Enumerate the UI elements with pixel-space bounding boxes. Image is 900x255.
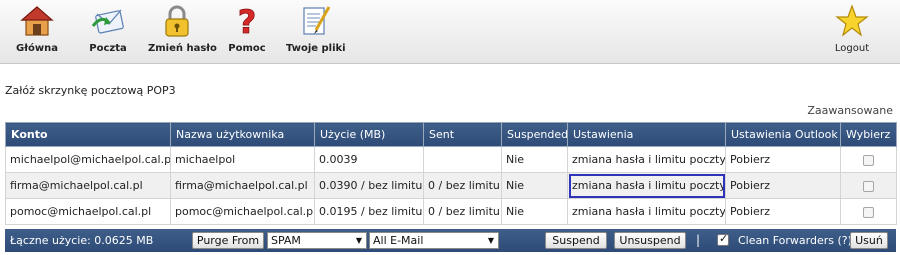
header-usage[interactable]: Użycie (MB) — [314, 122, 424, 147]
header-username[interactable]: Nazwa użytkownika — [170, 122, 315, 147]
email-filter-value: All E-Mail — [373, 234, 424, 247]
accounts-table: Konto Nazwa użytkownika Użycie (MB) Sent… — [5, 122, 897, 225]
star-icon — [835, 4, 869, 37]
suspend-button[interactable]: Suspend — [545, 232, 607, 249]
toolbar-change-password-label: Zmień hasło — [148, 43, 217, 54]
svg-text:?: ? — [238, 4, 257, 38]
toolbar-home-button[interactable]: Główna — [8, 4, 66, 60]
home-icon — [20, 6, 54, 36]
toolbar-mail-button[interactable]: Poczta — [79, 4, 137, 60]
outlook-download-link[interactable]: Pobierz — [725, 172, 841, 199]
unsuspend-button[interactable]: Unsuspend — [614, 232, 686, 249]
select-cell — [840, 198, 897, 225]
toolbar-change-password-button[interactable]: Zmień hasło — [148, 4, 217, 60]
files-icon — [303, 6, 331, 35]
email-filter-select[interactable]: All E-Mail ▼ — [369, 232, 499, 249]
cell-sent — [423, 146, 502, 173]
table-header-row: Konto Nazwa użytkownika Użycie (MB) Sent… — [5, 122, 897, 147]
table-row: pomoc@michaelpol.cal.pl pomoc@michaelpol… — [5, 198, 897, 225]
toolbar-home-label: Główna — [16, 43, 58, 54]
select-checkbox[interactable] — [863, 180, 874, 192]
clean-forwarders-label[interactable]: Clean Forwarders (?) — [738, 234, 852, 247]
header-settings: Ustawienia — [567, 122, 726, 147]
toolbar-files-label: Twoje pliki — [286, 43, 346, 54]
table-row: firma@michaelpol.cal.pl firma@michaelpol… — [5, 172, 897, 199]
chevron-down-icon: ▼ — [355, 236, 362, 245]
logout-button[interactable]: Logout — [823, 4, 881, 60]
logout-label: Logout — [834, 43, 870, 54]
check-icon: ✓ — [719, 232, 729, 245]
cell-usage: 0.0039 — [314, 146, 424, 173]
lock-icon — [165, 5, 189, 37]
header-outlook-settings: Ustawienia Outlook — [725, 122, 841, 147]
cell-usage: 0.0390 / bez limitu — [314, 172, 424, 199]
select-cell — [840, 146, 897, 173]
change-password-limit-link[interactable]: zmiana hasła i limitu poczty — [567, 146, 726, 173]
outlook-download-link[interactable]: Pobierz — [725, 198, 841, 225]
purge-from-button[interactable]: Purge From — [192, 232, 264, 249]
cell-username: pomoc@michaelpol.cal.pl — [170, 198, 315, 225]
toolbar-help-button[interactable]: ? Pomoc — [218, 4, 276, 60]
chevron-down-icon: ▼ — [487, 236, 494, 245]
cell-usage: 0.0195 / bez limitu — [314, 198, 424, 225]
header-select: Wybierz — [840, 122, 897, 147]
change-password-limit-link[interactable]: zmiana hasła i limitu poczty — [567, 172, 726, 199]
change-password-limit-link[interactable]: zmiana hasła i limitu poczty — [567, 198, 726, 225]
cell-account: pomoc@michaelpol.cal.pl — [5, 198, 171, 225]
toolbar-files-button[interactable]: Twoje pliki — [286, 4, 346, 60]
toolbar: Główna Poczta Zmień hasło ? Pomoc Twoje … — [0, 0, 900, 64]
header-sent[interactable]: Sent — [423, 122, 502, 147]
purge-folder-value: SPAM — [271, 234, 301, 247]
create-pop3-mailbox-link[interactable]: Załóż skrzynkę pocztową POP3 — [5, 84, 176, 97]
help-icon: ? — [237, 4, 257, 38]
cell-username: michaelpol — [170, 146, 315, 173]
delete-button[interactable]: Usuń — [850, 232, 888, 249]
cell-account: firma@michaelpol.cal.pl — [5, 172, 171, 199]
cell-sent: 0 / bez limitu — [423, 198, 502, 225]
cell-sent: 0 / bez limitu — [423, 172, 502, 199]
table-row: michaelpol@michaelpol.cal.pl michaelpol … — [5, 146, 897, 173]
toolbar-mail-label: Poczta — [89, 43, 127, 54]
select-checkbox[interactable] — [863, 154, 874, 166]
bottom-action-bar: Łączne użycie: 0.0625 MB Purge From SPAM… — [5, 229, 896, 252]
clean-forwarders-checkbox[interactable]: ✓ — [717, 232, 729, 246]
cell-suspended: Nie — [501, 198, 568, 225]
cell-suspended: Nie — [501, 146, 568, 173]
purge-folder-select[interactable]: SPAM ▼ — [267, 232, 367, 249]
outlook-download-link[interactable]: Pobierz — [725, 146, 841, 173]
separator: | — [696, 233, 701, 247]
select-cell — [840, 172, 897, 199]
header-konto[interactable]: Konto — [5, 122, 171, 147]
mail-icon — [91, 9, 124, 34]
total-usage-label: Łączne użycie: 0.0625 MB — [10, 234, 154, 247]
select-checkbox[interactable] — [863, 206, 874, 218]
cell-username: firma@michaelpol.cal.pl — [170, 172, 315, 199]
cell-suspended: Nie — [501, 172, 568, 199]
header-suspended[interactable]: Suspended — [501, 122, 568, 147]
cell-account: michaelpol@michaelpol.cal.pl — [5, 146, 171, 173]
toolbar-help-label: Pomoc — [228, 43, 266, 54]
advanced-link[interactable]: Zaawansowane — [807, 104, 893, 117]
